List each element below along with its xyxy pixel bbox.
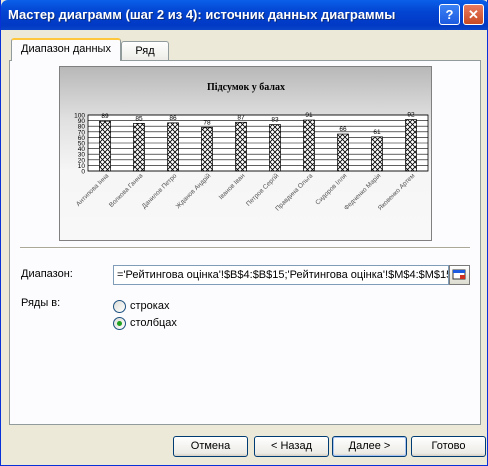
finish-button[interactable]: Готово	[411, 436, 486, 457]
bar	[167, 122, 179, 172]
bar	[99, 120, 111, 172]
next-button[interactable]: Далее >	[332, 436, 407, 457]
help-button[interactable]: ?	[439, 4, 460, 25]
radio-selected-dot	[117, 321, 122, 326]
data-label: 78	[203, 119, 211, 126]
x-tick-label: Правдина Ольга	[274, 172, 314, 212]
bar	[303, 119, 315, 172]
x-tick-label: Яковенко Артем	[377, 172, 417, 212]
data-label: 89	[101, 113, 109, 120]
bar	[405, 119, 417, 172]
chart-title: Підсумок у балах	[207, 82, 285, 93]
data-label: 91	[305, 112, 313, 119]
rows-radio-label[interactable]: строках	[130, 300, 169, 312]
x-tick-label: Сидоров Ілля	[314, 172, 348, 206]
x-tick-label: Данилов Петро	[141, 172, 179, 210]
collapse-dialog-button[interactable]	[449, 265, 470, 285]
rows-radio[interactable]	[113, 300, 126, 313]
range-input[interactable]: ='Рейтингова оцінка'!$B$4:$B$15;'Рейтинг…	[113, 265, 449, 285]
range-label: Диапазон:	[21, 268, 73, 280]
bar	[235, 121, 247, 172]
back-button[interactable]: < Назад	[254, 436, 329, 457]
series-in-label: Ряды в:	[21, 297, 61, 309]
bar-chart: Підсумок у балах 0102030405060708090100 8…	[74, 82, 429, 213]
window-title: Мастер диаграмм (шаг 2 из 4): источник д…	[8, 7, 396, 22]
chart-wizard-dialog: Мастер диаграмм (шаг 2 из 4): источник д…	[0, 0, 488, 466]
tab-data-range[interactable]: Диапазон данных	[11, 38, 121, 61]
data-label: 85	[135, 115, 143, 122]
y-tick-label: 100	[74, 113, 85, 120]
tab-panel: Підсумок у балах 0 10 20 30 40 50 60 70 80 90 100 8…	[9, 60, 481, 425]
data-label: 83	[271, 117, 279, 124]
range-select-icon	[452, 269, 466, 280]
separator	[20, 247, 470, 249]
data-label: 92	[407, 111, 415, 118]
cancel-button[interactable]: Отмена	[173, 436, 248, 457]
x-tick-label: Антипова Інна	[75, 172, 111, 208]
bar	[337, 133, 349, 172]
title-bar[interactable]: Мастер диаграмм (шаг 2 из 4): источник д…	[1, 0, 488, 30]
columns-radio-label[interactable]: столбцах	[130, 317, 177, 329]
data-label: 66	[339, 126, 347, 133]
chart-preview: Підсумок у балах 0 10 20 30 40 50 60 70 80 90 100 8…	[59, 66, 432, 241]
x-tick-label: Петров Сергій	[244, 172, 280, 208]
data-label: 86	[169, 115, 177, 122]
x-tick-label: Жданов Андрій	[174, 171, 213, 210]
x-tick-label: Волкова Ганна	[108, 172, 145, 209]
data-label: 87	[237, 114, 245, 121]
close-button[interactable]: ✕	[463, 4, 484, 25]
bar	[201, 126, 213, 172]
bar	[371, 136, 383, 172]
bar	[133, 123, 145, 172]
x-tick-label: Іванов Іван	[218, 172, 247, 201]
tab-series[interactable]: Ряд	[121, 41, 169, 61]
bar	[269, 124, 281, 172]
data-label: 61	[373, 129, 381, 136]
columns-radio[interactable]	[113, 317, 126, 330]
